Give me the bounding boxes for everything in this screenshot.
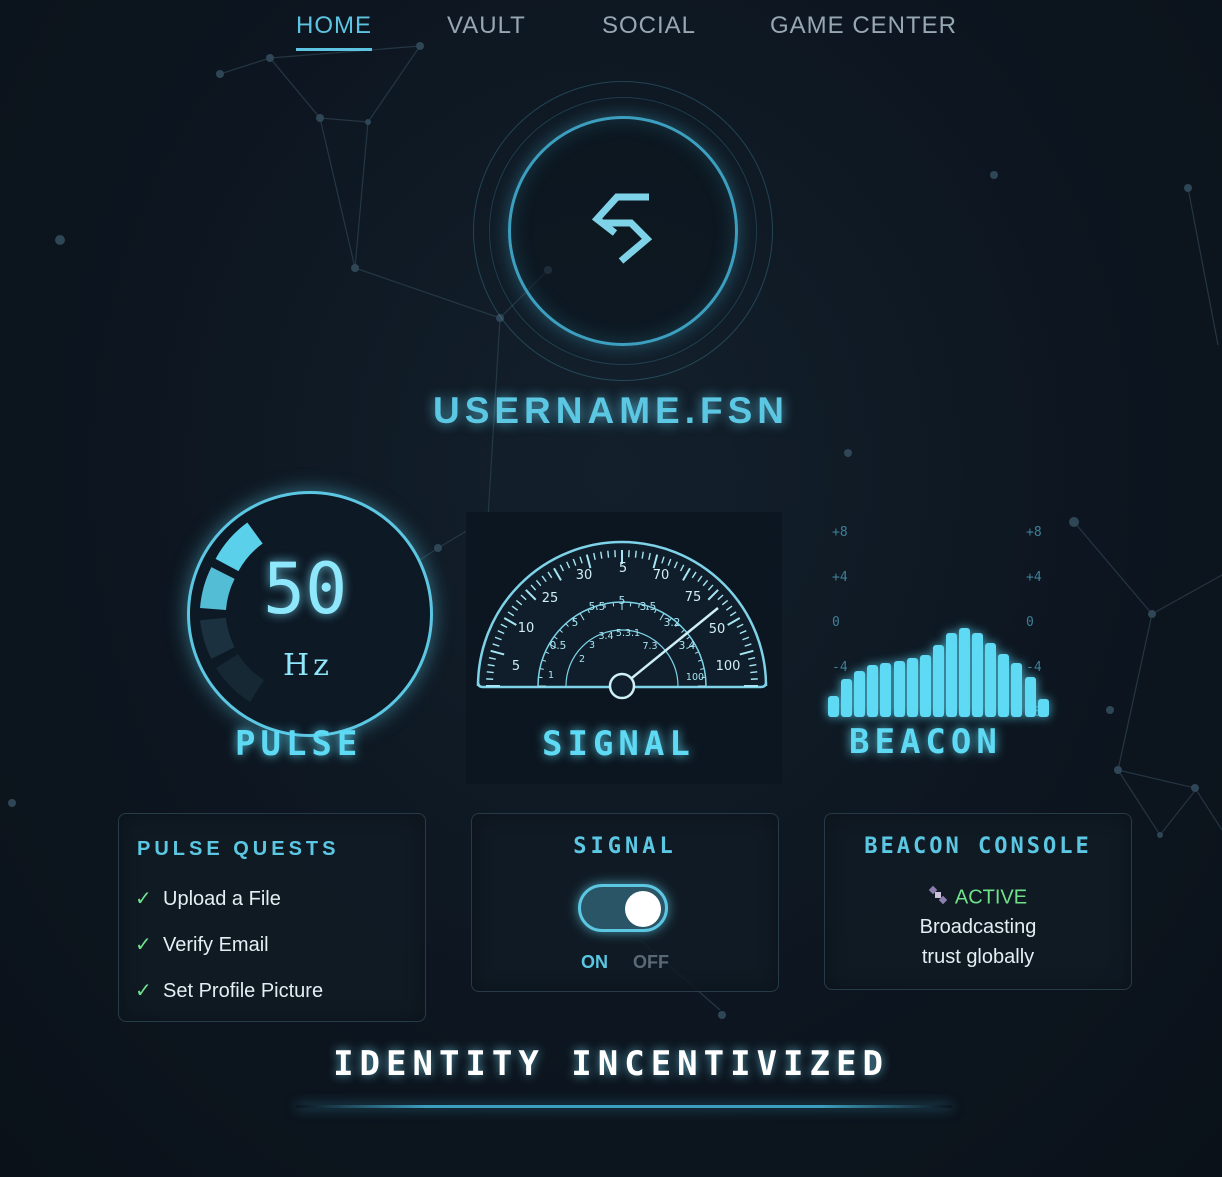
signal-panel: SIGNAL ON OFF: [471, 813, 779, 992]
beacon-bar: [985, 643, 997, 717]
speedometer-dial: 5 10 25 30 5 70 75 50 100 0.5 5 5.5 5 3.…: [476, 540, 768, 700]
beacon-description-line1: Broadcasting: [919, 916, 1037, 938]
beacon-scale-label: 0: [832, 615, 840, 630]
signal-inner-tick: 7.3: [642, 641, 657, 652]
beacon-bar: [932, 645, 944, 717]
tagline: IDENTITY INCENTIVIZED: [333, 1044, 889, 1084]
signal-middle-tick: 3.2: [664, 617, 681, 629]
beacon-status: ACTIVE: [825, 885, 1131, 910]
signal-outer-tick: 10: [518, 621, 535, 636]
signal-tick-mark: [607, 550, 610, 558]
toggle-knob: [625, 891, 661, 927]
profile-avatar[interactable]: [473, 81, 773, 381]
beacon-equalizer: +8+40-4-8 +8+40-4-8 BEACON: [820, 520, 1060, 770]
toggle-off-label[interactable]: OFF: [633, 952, 669, 973]
signal-outer-tick: 50: [709, 622, 726, 637]
beacon-console-panel: BEACON CONSOLE ACTIVE Broadcasting trust…: [824, 813, 1132, 990]
signal-outer-tick: 75: [685, 590, 702, 605]
beacon-scale-label: +8: [832, 525, 848, 540]
beacon-bar: [880, 663, 892, 717]
signal-outer-tick: 5: [512, 659, 520, 674]
signal-middle-tick: 5: [619, 595, 626, 607]
username-title: USERNAME.FSN: [432, 390, 790, 431]
beacon-bar: [919, 655, 931, 717]
signal-tick-mark: [486, 671, 494, 674]
pulse-unit: Hz: [283, 648, 333, 683]
signal-inner-tick: 3: [589, 640, 595, 651]
signal-inner-tick: 3.4: [598, 631, 613, 642]
beacon-scale-label: +4: [1026, 570, 1042, 585]
signal-outer-tick: 5: [619, 561, 627, 576]
needle-pivot: [608, 672, 636, 700]
pulse-quests-title: PULSE QUESTS: [137, 838, 340, 860]
beacon-bar: [972, 633, 984, 717]
quest-label: Upload a File: [163, 888, 281, 910]
signal-inner-tick: 5.3.1: [616, 628, 640, 639]
pulse-quests-panel: PULSE QUESTS ✓ Upload a File ✓ Verify Emai…: [118, 813, 426, 1022]
signal-tick-mark: [634, 550, 637, 558]
beacon-bar: [998, 654, 1010, 717]
beacon-bar: [841, 679, 853, 717]
beacon-scale-label: +8: [1026, 525, 1042, 540]
beacon-description-line2: trust globally: [921, 946, 1035, 968]
nav-social[interactable]: SOCIAL: [602, 12, 696, 48]
checkmark-icon: ✓: [135, 934, 152, 956]
beacon-bar: [1024, 677, 1036, 717]
signal-outer-tick: 25: [542, 591, 559, 606]
beacon-label: BEACON: [849, 722, 1002, 762]
pulse-value: 50: [263, 548, 348, 630]
beacon-bar: [1011, 663, 1023, 717]
beacon-bar: [867, 665, 879, 717]
beacon-scale-label: -4: [832, 660, 848, 675]
pulse-gauge: 50 Hz PULSE: [175, 488, 445, 768]
signal-middle-tick: 0.5: [550, 640, 567, 652]
signal-panel-title: SIGNAL: [573, 834, 677, 859]
pulse-label: PULSE: [235, 724, 363, 764]
beacon-bar: [959, 628, 970, 717]
checkmark-icon: ✓: [135, 888, 152, 910]
beacon-bar: [854, 671, 866, 717]
fusion-logo-icon: [591, 193, 653, 264]
quest-item[interactable]: ✓ Upload a File: [135, 886, 281, 911]
signal-middle-tick: 5.5: [589, 601, 606, 613]
beacon-console-title: BEACON CONSOLE: [864, 834, 1092, 859]
signal-middle-tick: 3.4: [679, 640, 696, 652]
signal-inner-tick: 100: [686, 672, 704, 683]
top-navigation: HOME VAULT SOCIAL GAME CENTER: [0, 12, 1222, 52]
signal-outer-tick: 70: [653, 568, 670, 583]
quest-item[interactable]: ✓ Verify Email: [135, 932, 269, 957]
signal-middle-tick: 3.5: [640, 601, 657, 613]
nav-vault[interactable]: VAULT: [447, 12, 526, 48]
signal-outer-tick: 30: [576, 568, 593, 583]
beacon-bar: [945, 633, 957, 717]
beacon-scale-label: -4: [1026, 660, 1042, 675]
nav-game-center[interactable]: GAME CENTER: [770, 12, 957, 48]
quest-item[interactable]: ✓ Set Profile Picture: [135, 978, 323, 1003]
signal-inner-tick: 1: [548, 670, 554, 681]
beacon-bar: [893, 661, 905, 717]
signal-inner-tick: 2: [579, 654, 585, 665]
beacon-scale-label: +4: [832, 570, 848, 585]
signal-middle-tick: 5: [572, 617, 579, 629]
quest-label: Verify Email: [163, 934, 269, 956]
beacon-scale-label: 0: [1026, 615, 1034, 630]
signal-tick-mark: [750, 671, 758, 674]
beacon-bar: [828, 696, 839, 717]
signal-label: SIGNAL: [542, 724, 695, 764]
beacon-bar: [1037, 699, 1049, 717]
nav-home[interactable]: HOME: [296, 12, 372, 51]
quest-label: Set Profile Picture: [163, 980, 324, 1002]
toggle-on-label[interactable]: ON: [581, 952, 608, 973]
beacon-status-text: ACTIVE: [954, 886, 1028, 909]
tagline-underline: [296, 1105, 952, 1108]
signal-gauge: 5 10 25 30 5 70 75 50 100 0.5 5 5.5 5 3.…: [466, 512, 782, 784]
checkmark-icon: ✓: [135, 980, 152, 1002]
beacon-bar: [906, 658, 918, 717]
signal-outer-tick: 100: [716, 659, 741, 674]
signal-toggle[interactable]: [578, 884, 668, 932]
satellite-icon: [928, 885, 948, 910]
